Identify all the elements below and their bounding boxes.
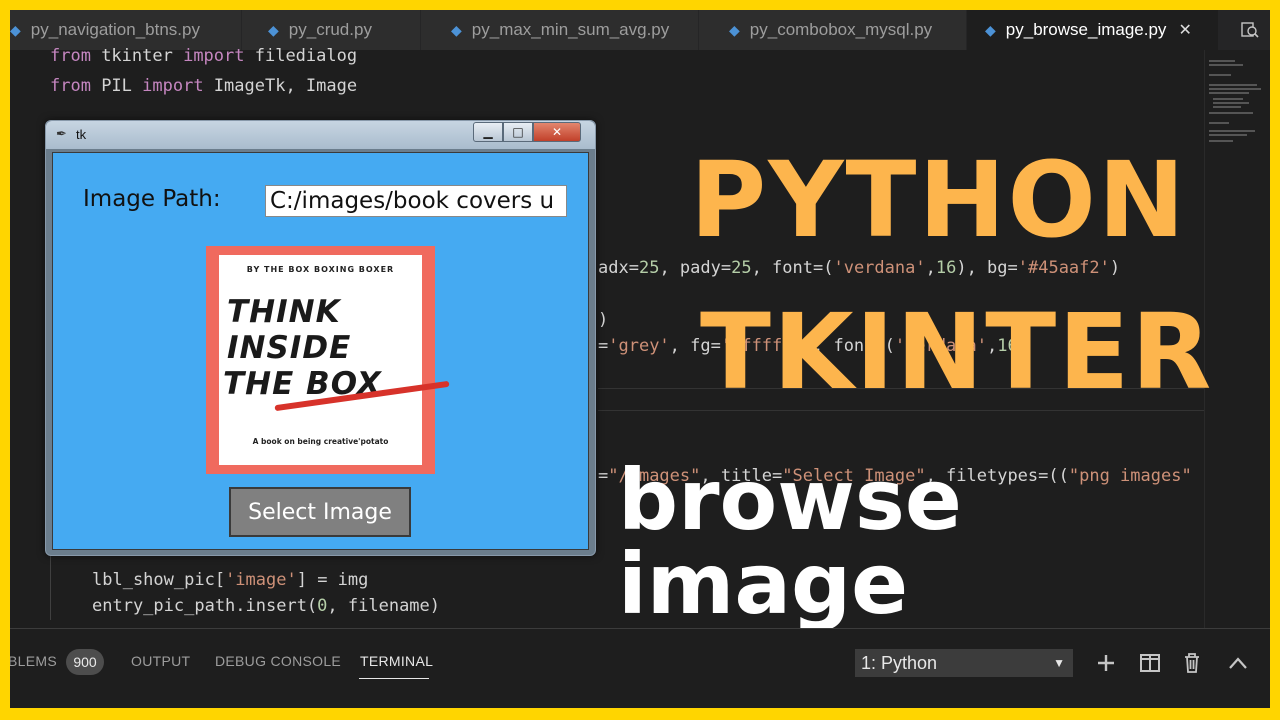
- vscode-window: ◆ py_navigation_btns.py ◆ py_crud.py ◆ p…: [10, 10, 1270, 708]
- tab-py-crud[interactable]: ◆ py_crud.py: [242, 10, 421, 50]
- tab-py-browse-image[interactable]: ◆ py_browse_image.py ✕: [967, 10, 1219, 50]
- tab-problems[interactable]: BLEMS: [10, 653, 57, 669]
- tab-debug-console[interactable]: DEBUG CONSOLE: [215, 653, 341, 669]
- python-file-icon: ◆: [985, 21, 996, 38]
- tab-label: py_crud.py: [288, 20, 372, 39]
- plus-icon[interactable]: [1094, 651, 1118, 675]
- overlay-title-python: PYTHON: [690, 139, 1187, 261]
- close-button[interactable]: ✕: [533, 122, 581, 142]
- overlay-title-browse-image: browse image: [618, 451, 962, 633]
- tab-bar-spacer: [1219, 10, 1230, 50]
- chevron-up-icon[interactable]: [1226, 651, 1250, 675]
- tab-py-navigation-btns[interactable]: ◆ py_navigation_btns.py: [10, 10, 242, 50]
- maximize-button[interactable]: □: [503, 122, 533, 142]
- trash-icon[interactable]: [1180, 651, 1204, 675]
- book-cover-page: BY THE BOX BOXING BOXER THINK INSIDE THE…: [219, 255, 450, 465]
- cover-title-line: THINK: [227, 294, 341, 330]
- problems-count-badge: 900: [66, 649, 104, 675]
- chevron-down-icon: ▼: [1053, 656, 1065, 670]
- select-image-button[interactable]: Select Image: [229, 487, 411, 537]
- python-file-icon: ◆: [451, 21, 462, 38]
- minimize-button[interactable]: ▁: [473, 122, 503, 142]
- tk-content-area: Image Path: C:/images/book covers u BY T…: [52, 152, 589, 550]
- cover-author: BY THE BOX BOXING BOXER: [246, 265, 395, 274]
- cover-title-line: INSIDE: [227, 330, 352, 366]
- active-tab-underline: [359, 678, 429, 679]
- editor-tab-bar: ◆ py_navigation_btns.py ◆ py_crud.py ◆ p…: [10, 10, 1270, 50]
- tab-terminal[interactable]: TERMINAL: [360, 653, 433, 669]
- image-path-label: Image Path:: [83, 186, 221, 212]
- cover-subtitle: A book on being creative'potato: [252, 437, 389, 446]
- tab-label: py_combobox_mysql.py: [749, 20, 933, 39]
- close-icon[interactable]: ✕: [1178, 20, 1191, 40]
- split-terminal-icon[interactable]: [1138, 651, 1162, 675]
- code-line: entry_pic_path.insert(0, filename): [92, 596, 441, 616]
- tk-title-bar[interactable]: ✒ tk ▁ □ ✕: [46, 121, 595, 149]
- code-line: ): [598, 310, 609, 330]
- image-path-entry[interactable]: C:/images/book covers u: [265, 185, 567, 217]
- tk-window-title: tk: [76, 127, 87, 142]
- python-file-icon: ◆: [729, 21, 740, 38]
- tab-py-combobox-mysql[interactable]: ◆ py_combobox_mysql.py: [699, 10, 967, 50]
- book-cover-image: BY THE BOX BOXING BOXER THINK INSIDE THE…: [206, 246, 450, 474]
- tab-label: py_max_min_sum_avg.py: [471, 20, 670, 39]
- tab-output[interactable]: OUTPUT: [131, 653, 190, 669]
- feather-icon: ✒: [56, 127, 67, 142]
- code-line: from tkinter import filedialog: [50, 46, 358, 66]
- terminal-select[interactable]: 1: Python ▼: [855, 649, 1073, 677]
- tab-label: py_navigation_btns.py: [30, 20, 200, 39]
- code-line: from PIL import ImageTk, Image: [50, 76, 358, 96]
- tk-window: ✒ tk ▁ □ ✕ Image Path: C:/images/book co…: [45, 120, 596, 556]
- tab-label: py_browse_image.py: [1005, 20, 1167, 39]
- python-file-icon: ◆: [268, 21, 279, 38]
- open-changes-icon[interactable]: [1230, 10, 1270, 50]
- bottom-panel: BLEMS 900 OUTPUT DEBUG CONSOLE TERMINAL …: [10, 628, 1270, 708]
- python-file-icon: ◆: [10, 21, 21, 38]
- overlay-title-tkinter: TKINTER: [700, 291, 1214, 413]
- terminal-select-value: 1: Python: [861, 653, 938, 673]
- code-line: adx=25, pady=25, font=('verdana',16), bg…: [598, 258, 1121, 278]
- line-gutter: [10, 50, 40, 628]
- tab-py-max-min-sum-avg[interactable]: ◆ py_max_min_sum_avg.py: [421, 10, 699, 50]
- code-line: lbl_show_pic['image'] = img: [92, 570, 369, 590]
